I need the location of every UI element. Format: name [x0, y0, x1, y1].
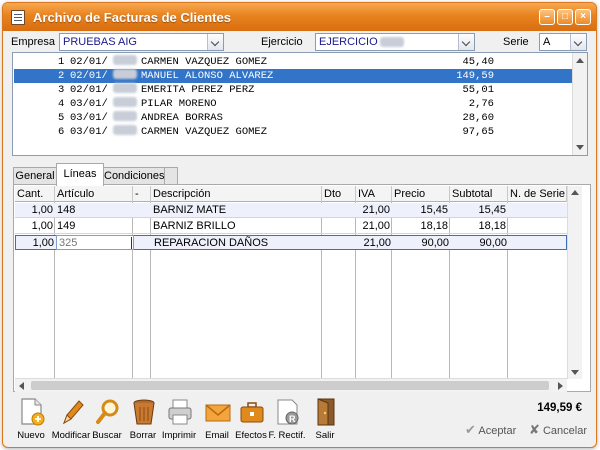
invoice-total: 149,59 € [537, 402, 582, 414]
scroll-right-icon[interactable] [558, 382, 563, 390]
close-icon[interactable]: × [575, 9, 591, 25]
invoice-row[interactable]: 6 03/01/ CARMEN VAZQUEZ GOMEZ 97,65 [14, 125, 572, 139]
articulo-input[interactable]: 325 [56, 235, 134, 250]
redacted-year [113, 125, 137, 135]
window-title: Archivo de Facturas de Clientes [33, 10, 231, 25]
serie-value: A [543, 36, 551, 48]
redacted-year [113, 83, 137, 93]
col-articulo[interactable]: Artículo [55, 186, 133, 202]
line-row[interactable]: 1,00 148 BARNIZ MATE 21,00 15,45 15,45 [15, 203, 567, 218]
invoice-document-icon [11, 10, 25, 25]
printer-icon [168, 399, 192, 425]
redacted-year [113, 55, 137, 65]
chevron-down-icon[interactable] [570, 34, 586, 50]
lines-grid[interactable]: Cant. Artículo - Descripción Dto IVA Pre… [15, 186, 567, 379]
chevron-down-icon[interactable] [207, 34, 223, 50]
line-row-editing[interactable]: 1,00 325 REPARACION DAÑOS 21,00 90,00 90… [15, 235, 567, 250]
new-document-icon [21, 398, 45, 426]
exit-door-icon [317, 398, 335, 426]
col-descripcion[interactable]: Descripción [151, 186, 322, 202]
scroll-up-icon[interactable] [576, 58, 584, 63]
line-row[interactable]: 1,00 149 BARNIZ BRILLO 21,00 18,18 18,18 [15, 219, 567, 234]
imprimir-button[interactable]: Imprimir [161, 397, 197, 445]
svg-text:R: R [289, 414, 296, 424]
salir-label: Salir [315, 430, 335, 441]
tab-condiciones[interactable]: Condiciones [103, 167, 165, 185]
invoice-list[interactable]: 1 02/01/ CARMEN VAZQUEZ GOMEZ 45,40 2 02… [12, 52, 588, 156]
col-iva[interactable]: IVA [356, 186, 392, 202]
grid-header: Cant. Artículo - Descripción Dto IVA Pre… [15, 186, 567, 202]
invoice-row[interactable]: 5 03/01/ ANDREA BORRAS 28,60 [14, 111, 572, 125]
cancelar-button[interactable]: ✘ Cancelar [529, 422, 587, 438]
tab-lineas[interactable]: Líneas [56, 163, 104, 186]
scroll-down-icon[interactable] [571, 370, 579, 375]
nuevo-button[interactable]: Nuevo [13, 397, 49, 445]
ejercicio-value: EJERCICIO [319, 36, 378, 48]
col-dash[interactable]: - [133, 186, 151, 202]
scroll-left-icon[interactable] [19, 382, 24, 390]
redacted-year [113, 97, 137, 107]
invoice-row-selected[interactable]: 2 02/01/ MANUEL ALONSO ALVAREZ 149,59 [14, 69, 572, 83]
redacted-year [113, 69, 137, 79]
empresa-value: PRUEBAS AIG [63, 36, 137, 48]
text-cursor-icon [131, 237, 132, 249]
col-n-serie[interactable]: N. de Serie [508, 186, 567, 202]
lines-panel: Cant. Artículo - Descripción Dto IVA Pre… [13, 184, 591, 392]
ejercicio-label: Ejercicio [261, 36, 303, 48]
scroll-thumb[interactable] [31, 381, 549, 390]
rectify-document-icon: R [277, 399, 299, 425]
grid-horizontal-scrollbar[interactable] [15, 378, 567, 392]
check-icon: ✔ [465, 422, 476, 437]
grid-vertical-scrollbar[interactable] [567, 186, 582, 379]
cancel-x-icon: ✘ [529, 422, 540, 437]
rectificativa-button[interactable]: R F. Rectif. [269, 397, 305, 445]
invoice-row[interactable]: 3 02/01/ EMERITA PEREZ PERZ 55,01 [14, 83, 572, 97]
scroll-down-icon[interactable] [576, 145, 584, 150]
invoice-window: Archivo de Facturas de Clientes – □ × Em… [2, 2, 597, 448]
redacted-year [113, 111, 137, 121]
chevron-down-icon[interactable] [458, 34, 474, 50]
scroll-up-icon[interactable] [571, 190, 579, 195]
invoice-row[interactable]: 4 03/01/ PILAR MORENO 2,76 [14, 97, 572, 111]
col-subtotal[interactable]: Subtotal [450, 186, 508, 202]
trash-bin-icon [133, 399, 155, 425]
tab-general[interactable]: General [13, 167, 57, 185]
redacted-year [379, 37, 404, 48]
envelope-icon [205, 404, 231, 422]
magnifier-icon [96, 399, 119, 424]
col-precio[interactable]: Precio [392, 186, 450, 202]
salir-button[interactable]: Salir [307, 397, 343, 445]
title-bar: Archivo de Facturas de Clientes – □ × [3, 3, 596, 31]
minimize-icon[interactable]: – [539, 9, 555, 25]
aceptar-button[interactable]: ✔ Aceptar [465, 422, 516, 438]
empresa-label: Empresa [11, 36, 56, 48]
invoice-row[interactable]: 1 02/01/ CARMEN VAZQUEZ GOMEZ 45,40 [14, 55, 572, 69]
invoice-list-scrollbar[interactable] [572, 53, 587, 155]
ejercicio-select[interactable]: EJERCICIO [315, 33, 475, 51]
serie-select[interactable]: A [539, 33, 587, 51]
col-cant[interactable]: Cant. [15, 186, 55, 202]
maximize-icon[interactable]: □ [557, 9, 573, 25]
pencil-icon [63, 400, 84, 425]
tab-empty[interactable] [164, 167, 178, 185]
col-dto[interactable]: Dto [322, 186, 356, 202]
briefcase-icon [240, 402, 264, 423]
serie-label: Serie [503, 36, 529, 48]
empresa-select[interactable]: PRUEBAS AIG [59, 33, 224, 51]
